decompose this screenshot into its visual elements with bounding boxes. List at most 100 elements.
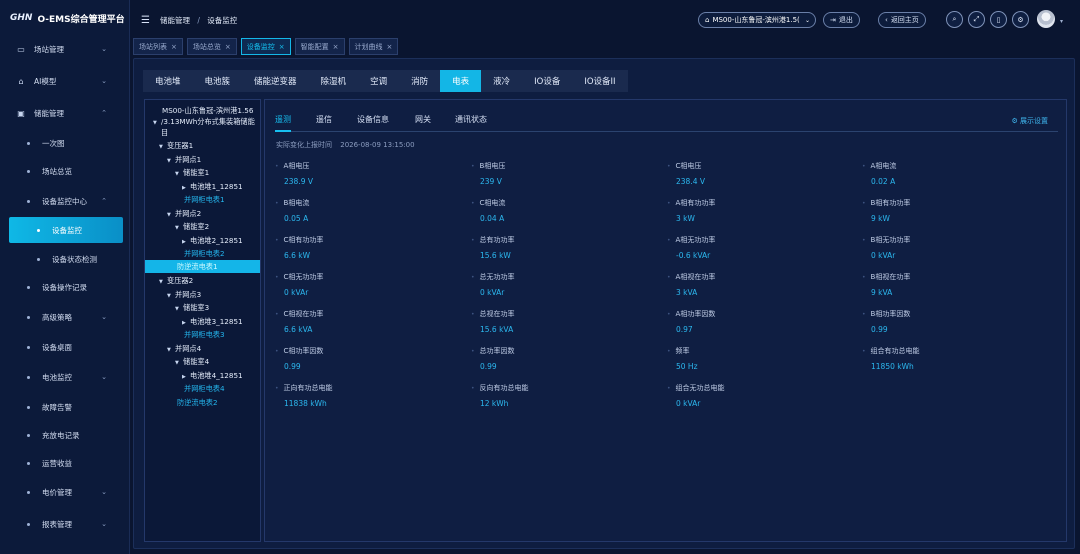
menu-toggle-icon[interactable]: ☰	[141, 15, 150, 26]
tree-leaf[interactable]: 并网柜电表3	[145, 328, 260, 341]
tree-leaf[interactable]: 并网柜电表2	[145, 247, 260, 260]
sidebar-item-battery[interactable]: 电池监控 ⌄	[0, 366, 124, 388]
bullet-icon	[27, 490, 30, 494]
close-icon[interactable]: ×	[171, 43, 177, 51]
tab-plan-curve[interactable]: 计划曲线 ×	[348, 38, 399, 55]
metric-label: 总视在功率	[471, 308, 661, 320]
tree-node[interactable]: ▼ 并网点2	[145, 207, 260, 220]
tree-node[interactable]: ▼ 储能室3	[145, 301, 260, 314]
tree-node-label: /3.13MWh分布式集装箱储能	[161, 117, 255, 126]
tab-telesignal[interactable]: 遥信	[316, 114, 332, 132]
tree-node-label: 储能室2	[183, 222, 210, 231]
sidebar-item-label: 运营收益	[42, 458, 72, 468]
chevron-down-icon: ⌄	[101, 313, 107, 321]
home-button[interactable]: ‹ 返回主页	[878, 12, 926, 28]
tree-node[interactable]: ▼ 变压器2	[145, 274, 260, 287]
station-select[interactable]: ⌂ MS00-山东鲁冠-滨州港1.5( ⌄	[698, 12, 816, 28]
close-icon[interactable]: ×	[225, 43, 231, 51]
tab-liquid-cooling[interactable]: 液冷	[481, 70, 522, 92]
sidebar-item-strategy[interactable]: 高级策略 ⌄	[0, 306, 124, 328]
display-settings-button[interactable]: ⚙ 展示设置	[1011, 116, 1048, 126]
tree-node[interactable]: ▼ 并网点1	[145, 153, 260, 166]
tab-meter[interactable]: 电表	[440, 70, 482, 92]
main-panel: 电池堆 电池簇 储能逆变器 除湿机 空调 消防 电表 液冷 IO设备 IO设备I…	[133, 58, 1075, 549]
sidebar-item-monitor-center[interactable]: 设备监控中心 ⌃	[0, 190, 124, 212]
sidebar-item-operation-log[interactable]: 设备操作记录	[0, 276, 124, 298]
sidebar-item-diagram[interactable]: 一次图	[0, 132, 124, 154]
sidebar-item-reports[interactable]: 报表管理 ⌄	[0, 513, 124, 535]
metric-value: 3 kVA	[676, 288, 698, 297]
sidebar-item-revenue[interactable]: 运营收益	[0, 452, 124, 474]
tree-node[interactable]: ▶ 电池堆2_12851	[145, 234, 260, 247]
breadcrumb-item[interactable]: 储能管理	[160, 16, 190, 25]
metric-value: 9 kW	[871, 214, 890, 223]
tree-node-label: 并网点2	[175, 209, 202, 218]
tab-battery-cluster[interactable]: 电池簇	[193, 70, 243, 92]
top-bar: ☰ 储能管理 / 设备监控 ⌂ MS00-山东鲁冠-滨州港1.5( ⌄ ⇥ 退出…	[133, 6, 1075, 34]
tree-leaf-selected[interactable]: 防逆流电表1	[145, 260, 260, 273]
tab-air-conditioner[interactable]: 空调	[358, 70, 399, 92]
tab-fire[interactable]: 消防	[399, 70, 440, 92]
sidebar-item-status-check[interactable]: 设备状态检测	[0, 248, 124, 270]
sidebar-item-overview[interactable]: 场站总览	[0, 160, 124, 182]
tab-smart-config[interactable]: 智能配置 ×	[294, 38, 345, 55]
sidebar-item-station[interactable]: ▭ 场站管理 ⌄	[0, 38, 124, 60]
app-title: O-EMS综合管理平台	[37, 14, 125, 25]
tab-comm-status[interactable]: 通讯状态	[455, 114, 487, 132]
tree-node[interactable]: ▼ 储能室1	[145, 166, 260, 179]
device-tree: MS00-山东鲁冠-滨州港1.56 ▼/3.13MWh分布式集装箱储能 目 ▼ 变…	[144, 99, 261, 542]
tab-device-info[interactable]: 设备信息	[357, 114, 389, 132]
sidebar-item-storage[interactable]: ▣ 储能管理 ⌃	[0, 102, 124, 124]
tree-node[interactable]: ▼ 并网点4	[145, 342, 260, 355]
sidebar-item-alarms[interactable]: 故障告警	[0, 396, 124, 418]
tab-station-overview[interactable]: 场站总览 ×	[186, 38, 237, 55]
tree-node[interactable]: ▼ 并网点3	[145, 288, 260, 301]
metric-item: A相功率因数 0.97	[667, 308, 857, 338]
sidebar-item-desktop[interactable]: 设备桌面	[0, 336, 124, 358]
bullet-icon	[27, 522, 30, 526]
tree-leaf[interactable]: 并网柜电表1	[145, 193, 260, 206]
fullscreen-icon[interactable]: ⤢	[968, 11, 985, 28]
chevron-down-icon: ⌄	[101, 77, 107, 85]
sidebar-item-charge-log[interactable]: 充放电记录	[0, 424, 124, 446]
metric-item: A相电流 0.02 A	[862, 160, 1052, 190]
close-icon[interactable]: ×	[387, 43, 393, 51]
logout-button[interactable]: ⇥ 退出	[823, 12, 860, 28]
breadcrumb: 储能管理 / 设备监控	[160, 15, 237, 26]
sidebar-item-device-monitor[interactable]: 设备监控	[9, 217, 123, 243]
document-icon[interactable]: ▯	[990, 11, 1007, 28]
search-icon[interactable]: ⌕	[946, 11, 963, 28]
tab-pcs[interactable]: 储能逆变器	[242, 70, 309, 92]
tab-dehumidifier[interactable]: 除湿机	[309, 70, 359, 92]
tree-node[interactable]: ▼ 变压器1	[145, 139, 260, 152]
metric-item: A相有功功率 3 kW	[667, 197, 857, 227]
tree-leaf[interactable]: 并网柜电表4	[145, 382, 260, 395]
metric-item: 正向有功总电能 11838 kWh	[275, 382, 465, 412]
sidebar-item-label: 设备状态检测	[52, 254, 97, 264]
tree-node[interactable]: ▼ 储能室4	[145, 355, 260, 368]
chevron-down-icon[interactable]: ▾	[1060, 18, 1063, 25]
sidebar-item-ai[interactable]: ⌂ AI模型 ⌄	[0, 70, 124, 92]
chevron-down-icon: ⌄	[101, 520, 107, 528]
tree-node[interactable]: ▶ 电池堆4_12851	[145, 369, 260, 382]
tab-station-list[interactable]: 场站列表 ×	[133, 38, 183, 55]
tab-gateway[interactable]: 网关	[415, 114, 431, 132]
tab-device-monitor[interactable]: 设备监控 ×	[240, 38, 291, 55]
settings-icon[interactable]: ⚙	[1012, 11, 1029, 28]
tree-leaf[interactable]: 防逆流电表2	[145, 396, 260, 409]
tab-telemetry[interactable]: 遥测	[275, 114, 291, 132]
metric-item: C相有功功率 6.6 kW	[275, 234, 465, 264]
close-icon[interactable]: ×	[279, 43, 285, 51]
tree-node-label: 变压器2	[167, 276, 194, 285]
metric-value: 0.97	[676, 325, 693, 334]
tab-battery-stack[interactable]: 电池堆	[143, 70, 193, 92]
tree-node[interactable]: ▼ 储能室2	[145, 220, 260, 233]
close-icon[interactable]: ×	[333, 43, 339, 51]
tree-node[interactable]: ▶ 电池堆3_12851	[145, 315, 260, 328]
tree-node[interactable]: ▶ 电池堆1_12851	[145, 180, 260, 193]
sidebar-item-price[interactable]: 电价管理 ⌄	[0, 481, 124, 503]
avatar[interactable]	[1037, 10, 1055, 28]
tab-io-device[interactable]: IO设备	[522, 70, 572, 92]
chevron-up-icon: ⌃	[101, 197, 107, 205]
tab-io-device-2[interactable]: IO设备II	[572, 70, 627, 92]
